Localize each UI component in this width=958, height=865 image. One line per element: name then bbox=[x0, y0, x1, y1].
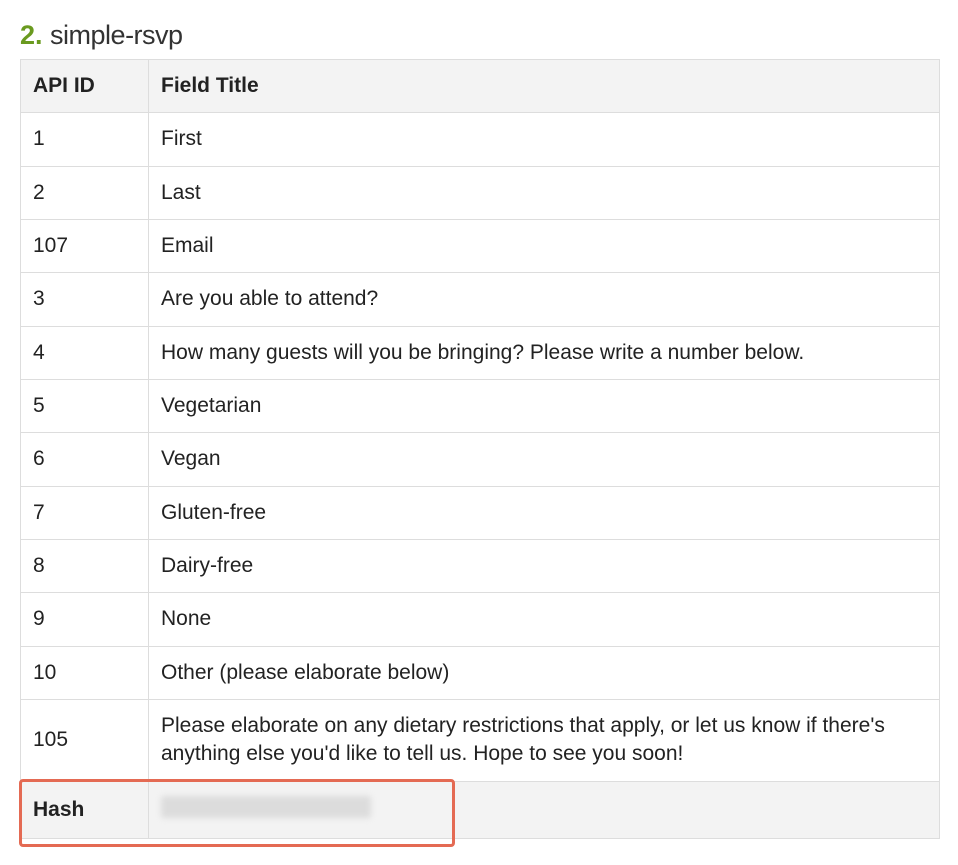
footer-hash-redacted bbox=[161, 796, 371, 818]
cell-field-title: How many guests will you be bringing? Pl… bbox=[149, 326, 940, 379]
fields-table: API ID Field Title 1First2Last107Email3A… bbox=[20, 59, 940, 839]
cell-field-title: Last bbox=[149, 166, 940, 219]
cell-field-title: Email bbox=[149, 220, 940, 273]
cell-api-id: 10 bbox=[21, 646, 149, 699]
section-number: 2. bbox=[20, 20, 43, 50]
cell-field-title: Gluten-free bbox=[149, 486, 940, 539]
table-footer-row: Hash bbox=[21, 781, 940, 838]
cell-api-id: 105 bbox=[21, 700, 149, 782]
cell-field-title: Vegetarian bbox=[149, 380, 940, 433]
table-row: 105Please elaborate on any dietary restr… bbox=[21, 700, 940, 782]
table-row: 8Dairy-free bbox=[21, 540, 940, 593]
cell-api-id: 7 bbox=[21, 486, 149, 539]
cell-api-id: 4 bbox=[21, 326, 149, 379]
cell-field-title: Please elaborate on any dietary restrict… bbox=[149, 700, 940, 782]
section-heading: 2. simple-rsvp bbox=[20, 20, 938, 51]
table-row: 107Email bbox=[21, 220, 940, 273]
cell-field-title: None bbox=[149, 593, 940, 646]
cell-api-id: 8 bbox=[21, 540, 149, 593]
footer-label: Hash bbox=[21, 781, 149, 838]
cell-api-id: 107 bbox=[21, 220, 149, 273]
cell-field-title: Are you able to attend? bbox=[149, 273, 940, 326]
table-row: 1First bbox=[21, 113, 940, 166]
table-row: 9None bbox=[21, 593, 940, 646]
col-header-field-title: Field Title bbox=[149, 60, 940, 113]
table-row: 2Last bbox=[21, 166, 940, 219]
cell-field-title: First bbox=[149, 113, 940, 166]
cell-field-title: Other (please elaborate below) bbox=[149, 646, 940, 699]
table-row: 3Are you able to attend? bbox=[21, 273, 940, 326]
cell-api-id: 1 bbox=[21, 113, 149, 166]
cell-api-id: 9 bbox=[21, 593, 149, 646]
cell-api-id: 6 bbox=[21, 433, 149, 486]
table-row: 5Vegetarian bbox=[21, 380, 940, 433]
cell-api-id: 3 bbox=[21, 273, 149, 326]
table-row: 10Other (please elaborate below) bbox=[21, 646, 940, 699]
table-row: 7Gluten-free bbox=[21, 486, 940, 539]
section-title: simple-rsvp bbox=[50, 20, 183, 50]
table-row: 6Vegan bbox=[21, 433, 940, 486]
col-header-api-id: API ID bbox=[21, 60, 149, 113]
cell-api-id: 2 bbox=[21, 166, 149, 219]
cell-field-title: Vegan bbox=[149, 433, 940, 486]
table-row: 4How many guests will you be bringing? P… bbox=[21, 326, 940, 379]
table-header-row: API ID Field Title bbox=[21, 60, 940, 113]
cell-field-title: Dairy-free bbox=[149, 540, 940, 593]
cell-api-id: 5 bbox=[21, 380, 149, 433]
footer-value-cell bbox=[149, 781, 940, 838]
